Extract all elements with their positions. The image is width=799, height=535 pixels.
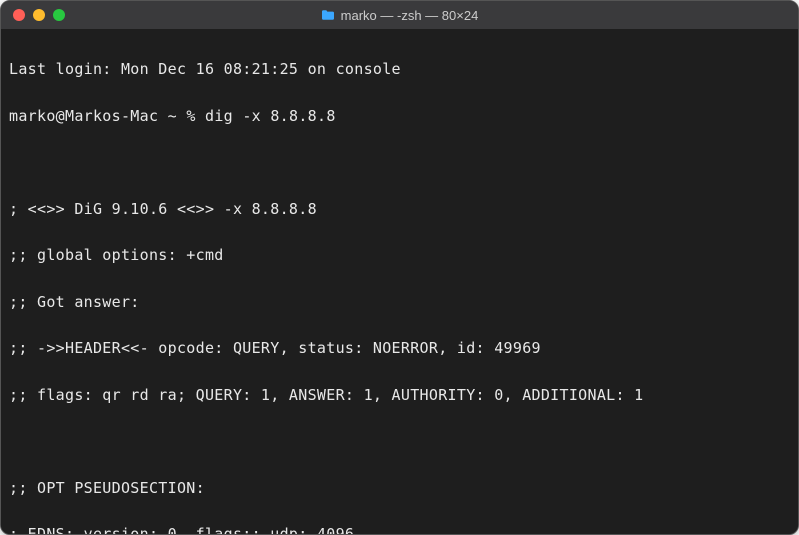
blank-line-2 [9, 430, 790, 453]
flags-line: ;; flags: qr rd ra; QUERY: 1, ANSWER: 1,… [9, 384, 790, 407]
opt-section-line: ;; OPT PSEUDOSECTION: [9, 477, 790, 500]
folder-icon [321, 9, 335, 21]
dig-header-line: ; <<>> DiG 9.10.6 <<>> -x 8.8.8.8 [9, 198, 790, 221]
window-title-text: marko — -zsh — 80×24 [341, 8, 479, 23]
prompt-user: marko@Markos-Mac [9, 107, 158, 125]
zoom-icon[interactable] [53, 9, 65, 21]
global-options-line: ;; global options: +cmd [9, 244, 790, 267]
close-icon[interactable] [13, 9, 25, 21]
blank-line [9, 151, 790, 174]
header-line: ;; ->>HEADER<<- opcode: QUERY, status: N… [9, 337, 790, 360]
minimize-icon[interactable] [33, 9, 45, 21]
terminal-window: marko — -zsh — 80×24 Last login: Mon Dec… [0, 0, 799, 535]
prompt-symbol: % [186, 107, 195, 125]
command-text: dig -x 8.8.8.8 [205, 107, 336, 125]
terminal-body[interactable]: Last login: Mon Dec 16 08:21:25 on conso… [1, 29, 798, 534]
titlebar: marko — -zsh — 80×24 [1, 1, 798, 29]
prompt-line: marko@Markos-Mac ~ % dig -x 8.8.8.8 [9, 105, 790, 128]
traffic-lights [1, 9, 65, 21]
edns-line: ; EDNS: version: 0, flags:; udp: 4096 [9, 523, 790, 534]
window-title: marko — -zsh — 80×24 [1, 8, 798, 23]
got-answer-line: ;; Got answer: [9, 291, 790, 314]
prompt-path: ~ [168, 107, 177, 125]
last-login-line: Last login: Mon Dec 16 08:21:25 on conso… [9, 58, 790, 81]
